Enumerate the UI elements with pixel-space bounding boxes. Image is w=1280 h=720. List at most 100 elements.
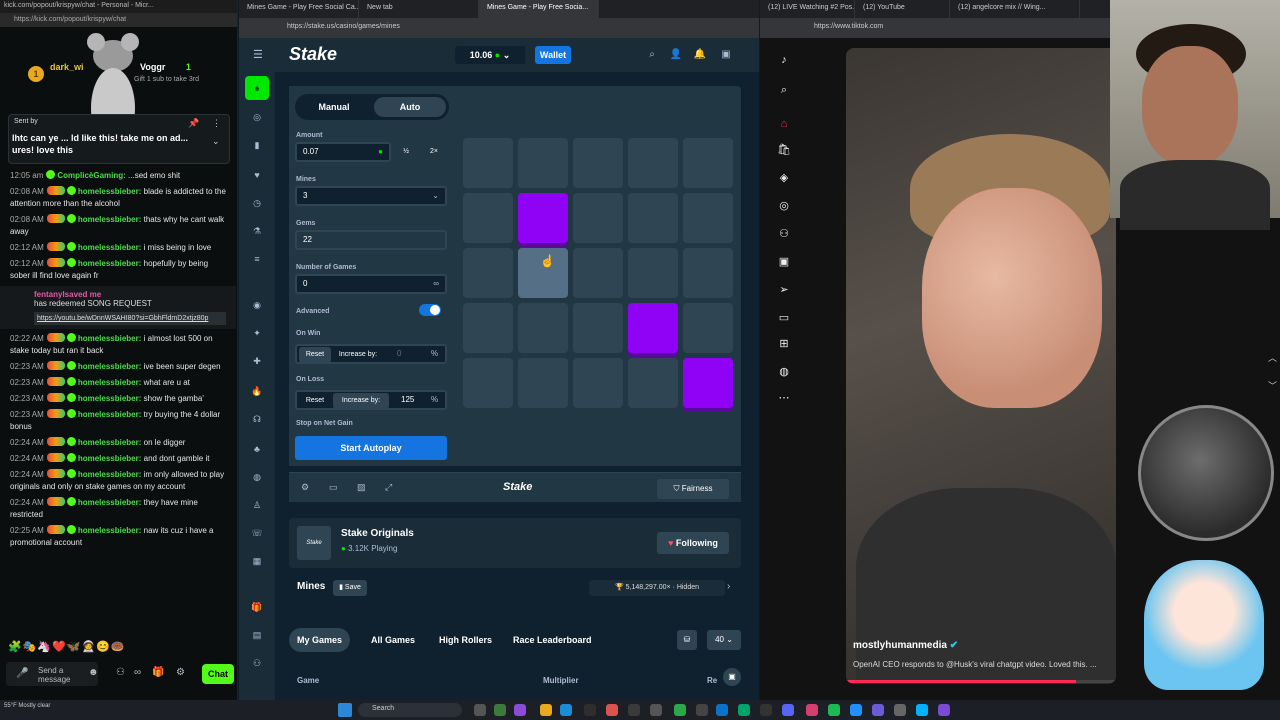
taskbar-app-icon[interactable] — [696, 704, 708, 716]
mines-select[interactable]: 3 ⌄ — [295, 186, 447, 206]
document-icon[interactable]: ▤ — [250, 628, 264, 642]
taskbar-app-icon[interactable] — [894, 704, 906, 716]
taskbar-app-icon[interactable] — [540, 704, 552, 716]
group-icon[interactable]: ⚇ — [250, 656, 264, 670]
profile-avatar-icon[interactable]: ◍ — [776, 364, 792, 380]
gift-icon[interactable]: 🎁 — [152, 667, 164, 678]
start-button[interactable] — [338, 703, 352, 717]
on-win-reset[interactable]: Reset — [299, 347, 331, 363]
trophy-icon[interactable]: ♙ — [250, 498, 264, 512]
chevron-down-icon[interactable]: ⌄ — [212, 136, 220, 147]
sports-icon[interactable]: ◎ — [250, 110, 264, 124]
msg-user[interactable]: homelessbieber: — [78, 187, 142, 196]
taskbar-app-icon[interactable] — [494, 704, 506, 716]
msg-user[interactable]: homelessbieber: — [78, 259, 142, 268]
bookmark-icon[interactable]: ▮ — [250, 138, 264, 152]
roulette-icon[interactable]: ◍ — [250, 470, 264, 484]
taskbar-app-icon[interactable] — [938, 704, 950, 716]
tile[interactable] — [518, 358, 568, 408]
msg-user[interactable]: ComplicèGaming: — [57, 171, 125, 180]
chat-icon[interactable]: ▣ — [719, 48, 733, 62]
msg-user[interactable]: homelessbieber: — [78, 362, 142, 371]
tile[interactable] — [573, 138, 623, 188]
on-win-value[interactable]: 0 — [397, 349, 401, 358]
feed-navigation[interactable]: ︿ ﹀ — [1268, 344, 1277, 400]
friends-icon[interactable]: ⚇ — [776, 226, 792, 242]
emote-bar[interactable]: 🧩🎭🦄❤️🦋🧑‍🚀😊🍩 — [8, 640, 126, 653]
rows-select[interactable]: 40 ⌄ — [707, 630, 741, 650]
taskbar-app-icon[interactable] — [584, 704, 596, 716]
gear-icon[interactable]: ⚙ — [176, 667, 185, 678]
tile[interactable] — [518, 138, 568, 188]
spade-icon[interactable]: ♣ — [250, 442, 264, 456]
search-icon[interactable]: ⌕ — [645, 48, 659, 62]
tab-auto[interactable]: Auto — [374, 97, 446, 117]
wallet-button[interactable]: Wallet — [535, 46, 571, 64]
taskbar-app-icon[interactable] — [916, 704, 928, 716]
menu-icon[interactable]: ☰ — [253, 48, 263, 61]
browser-tab[interactable]: Mines Game - Play Free Social Ca... — [239, 0, 359, 18]
msg-user[interactable]: homelessbieber: — [78, 378, 142, 387]
chart-icon[interactable]: ▨ — [357, 482, 369, 494]
tab-race-leaderboard[interactable]: Race Leaderboard — [505, 628, 600, 652]
taskbar-app-icon[interactable] — [474, 704, 486, 716]
tiktok-logo-icon[interactable]: ♪ — [776, 52, 792, 68]
heart-icon[interactable]: ♥ — [250, 168, 264, 182]
taskbar-app-icon[interactable] — [828, 704, 840, 716]
on-loss-value[interactable]: 125 — [401, 395, 414, 404]
tile[interactable] — [628, 193, 678, 243]
msg-user[interactable]: homelessbieber: — [78, 498, 142, 507]
pin-icon[interactable]: 📌 — [188, 118, 199, 129]
game-icon[interactable]: ✚ — [250, 354, 264, 368]
tile[interactable] — [683, 248, 733, 298]
tile[interactable] — [573, 303, 623, 353]
save-button[interactable]: ▮ Save — [333, 580, 367, 596]
msg-user[interactable]: homelessbieber: — [78, 470, 142, 479]
msg-user[interactable]: homelessbieber: — [78, 334, 142, 343]
on-loss-reset[interactable]: Reset — [299, 393, 331, 409]
tile[interactable] — [683, 138, 733, 188]
games-input[interactable]: 0 ∞ — [295, 274, 447, 294]
double-button[interactable]: 2× — [421, 144, 447, 160]
taskbar-app-icon[interactable] — [716, 704, 728, 716]
balance-display[interactable]: 10.06 ● ⌄ — [455, 46, 525, 64]
taskbar-app-icon[interactable] — [628, 704, 640, 716]
tile[interactable] — [463, 138, 513, 188]
tile[interactable] — [463, 303, 513, 353]
start-autoplay-button[interactable]: Start Autoplay — [295, 436, 447, 460]
clock-icon[interactable]: ◷ — [250, 196, 264, 210]
tile[interactable] — [683, 303, 733, 353]
filter-icon[interactable]: ⛁ — [677, 630, 697, 650]
fire-icon[interactable]: 🔥 — [250, 384, 264, 398]
tile[interactable] — [628, 358, 678, 408]
gift-box-icon[interactable]: 🎁 — [250, 600, 264, 614]
taskbar-app-icon[interactable] — [606, 704, 618, 716]
taskbar-app-icon[interactable] — [782, 704, 794, 716]
gear-icon[interactable]: ⚙ — [301, 482, 313, 494]
redeem-user[interactable]: fentanylsaved me — [34, 290, 101, 299]
flask-icon[interactable]: ⚗ — [250, 224, 264, 238]
more-options-icon[interactable]: ⋮ — [212, 118, 221, 129]
mic-icon[interactable]: 🎤 — [16, 668, 28, 679]
browser-tab-active[interactable]: Mines Game - Play Free Socia... — [479, 0, 599, 18]
chat-url-bar[interactable]: https://kick.com/popout/krispyw/chat — [0, 13, 237, 27]
sparkle-icon[interactable]: ✦ — [250, 326, 264, 340]
tile[interactable] — [683, 193, 733, 243]
following-button[interactable]: ♥ Following — [657, 532, 729, 554]
weather-widget[interactable]: 55°F Mostly clear — [4, 702, 50, 710]
casino-icon[interactable]: ♠ — [245, 76, 269, 100]
tile[interactable] — [628, 138, 678, 188]
live-icon[interactable]: ▣ — [776, 254, 792, 270]
tile[interactable] — [463, 358, 513, 408]
taskbar-app-icon[interactable] — [806, 704, 818, 716]
taskbar-app-icon[interactable] — [650, 704, 662, 716]
tab-all-games[interactable]: All Games — [363, 628, 423, 652]
taskbar-app-icon[interactable] — [872, 704, 884, 716]
tile[interactable] — [573, 358, 623, 408]
video-progress-bar[interactable] — [846, 680, 1116, 683]
support-icon[interactable]: ☏ — [250, 526, 264, 540]
list-icon[interactable]: ≡ — [250, 252, 264, 266]
following-icon[interactable]: ◎ — [776, 198, 792, 214]
originals-title[interactable]: Stake Originals — [341, 528, 414, 539]
browser-tab[interactable]: New tab — [359, 0, 479, 18]
